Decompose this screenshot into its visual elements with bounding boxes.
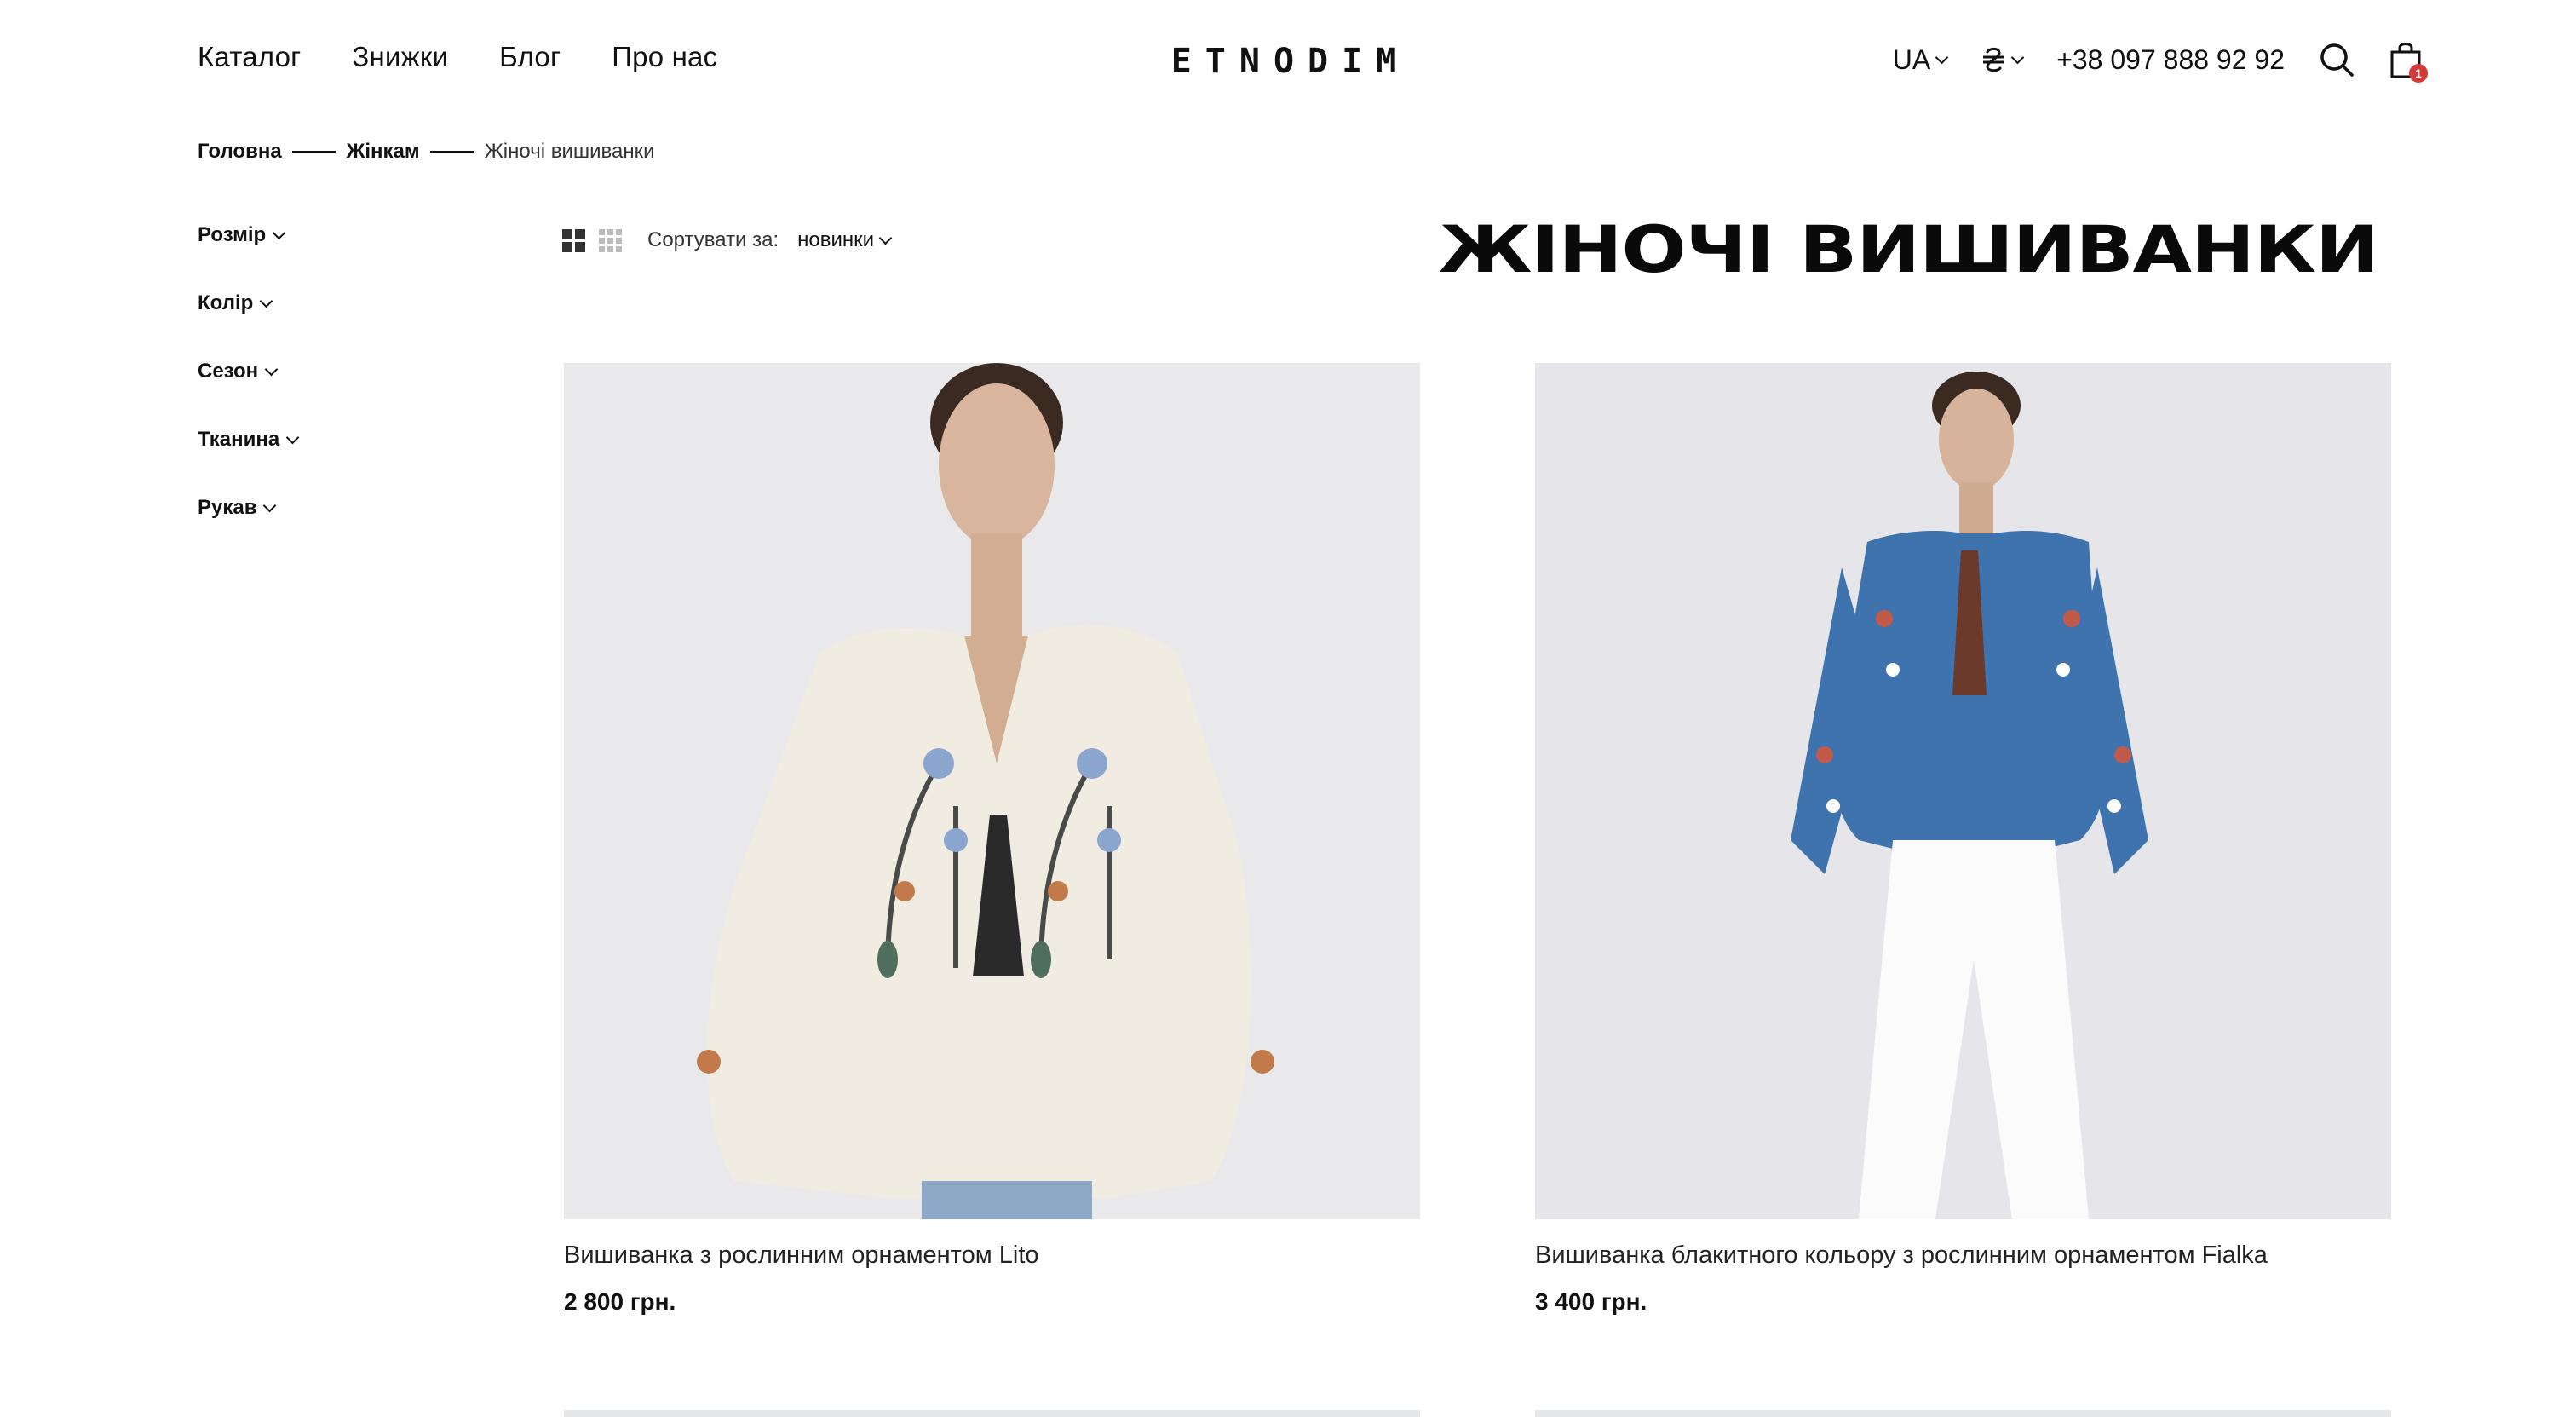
- language-selector[interactable]: UA: [1892, 43, 1949, 76]
- hryvnia-icon: [1983, 47, 2004, 72]
- chevron-down-icon: [272, 226, 286, 239]
- search-button[interactable]: [2319, 42, 2355, 78]
- model-in-blue-embroidered-blouse-image: [1535, 363, 2391, 1219]
- product-image[interactable]: [1535, 363, 2391, 1219]
- chevron-down-icon: [260, 294, 273, 308]
- breadcrumb-separator: [429, 151, 474, 153]
- filter-label: Рукав: [198, 496, 257, 519]
- currency-selector[interactable]: [1981, 44, 2025, 75]
- breadcrumb: Головна Жінкам Жіночі вишиванки: [198, 140, 655, 164]
- product-name[interactable]: Вишиванка з рослинним орнаментом Lito: [564, 1241, 1420, 1270]
- product-name[interactable]: Вишиванка блакитного кольору з рослинним…: [1535, 1241, 2391, 1270]
- chevron-down-icon: [264, 362, 279, 376]
- chevron-down-icon: [285, 430, 300, 444]
- site-header: Каталог Знижки Блог Про нас ETNODIM UA +…: [0, 0, 2576, 119]
- filter-fabric[interactable]: Тканина: [198, 428, 300, 452]
- product-card[interactable]: Вишиванка з рослинним орнаментом Lito 2 …: [564, 363, 1420, 1316]
- cart-button[interactable]: 1: [2389, 40, 2428, 83]
- nav-catalog-link[interactable]: Каталог: [198, 41, 301, 73]
- page-title: ЖІНОЧІ ВИШИВАНКИ: [1438, 211, 2379, 287]
- breadcrumb-current: Жіночі вишиванки: [484, 140, 655, 163]
- filter-color[interactable]: Колір: [198, 291, 297, 315]
- filter-season[interactable]: Сезон: [198, 360, 297, 383]
- chevron-down-icon: [878, 231, 893, 245]
- filter-sidebar: Розмір Колір Сезон Тканина Рукав: [198, 223, 300, 520]
- next-product-image-peek: [564, 1410, 1420, 1417]
- chevron-down-icon: [263, 498, 277, 512]
- logo-text: ETNODIM: [1170, 42, 1411, 81]
- sort-label: Сортувати за:: [647, 228, 779, 251]
- filter-label: Сезон: [198, 360, 259, 383]
- sort-dropdown[interactable]: новинки: [797, 228, 893, 252]
- product-price: 2 800 грн.: [564, 1288, 676, 1315]
- sort-value: новинки: [797, 228, 875, 251]
- breadcrumb-home-link[interactable]: Головна: [198, 140, 282, 164]
- filter-sleeve[interactable]: Рукав: [198, 496, 297, 520]
- product-card[interactable]: Вишиванка блакитного кольору з рослинним…: [1535, 363, 2391, 1316]
- nav-discounts-link[interactable]: Знижки: [352, 41, 448, 73]
- phone-link[interactable]: +38 097 888 92 92: [2056, 44, 2285, 76]
- chevron-down-icon: [2010, 50, 2025, 64]
- filter-label: Розмір: [198, 223, 267, 246]
- nav-blog-link[interactable]: Блог: [499, 41, 561, 73]
- small-grid-view-icon[interactable]: [599, 228, 622, 252]
- next-product-image-peek: [1535, 1410, 2391, 1417]
- cart-count-badge: 1: [2409, 64, 2428, 83]
- main-nav: Каталог Знижки Блог Про нас: [198, 41, 717, 73]
- language-value: UA: [1892, 43, 1931, 75]
- search-icon: [2320, 43, 2354, 77]
- filter-label: Колір: [198, 291, 254, 314]
- filter-label: Тканина: [198, 428, 280, 451]
- product-image[interactable]: [564, 363, 1420, 1219]
- chevron-down-icon: [1935, 50, 1949, 64]
- product-price: 3 400 грн.: [1535, 1288, 1647, 1315]
- breadcrumb-separator: [291, 151, 336, 153]
- nav-about-link[interactable]: Про нас: [612, 41, 717, 73]
- catalog-toolbar: Сортувати за: новинки: [562, 228, 893, 252]
- large-grid-view-icon[interactable]: [562, 228, 585, 252]
- header-actions: UA +38 097 888 92 92 1: [1892, 34, 2428, 85]
- breadcrumb-women-link[interactable]: Жінкам: [347, 140, 420, 164]
- model-in-embroidered-blouse-image: [564, 363, 1420, 1219]
- filter-size[interactable]: Розмір: [198, 223, 297, 247]
- site-logo[interactable]: ETNODIM: [1171, 39, 1406, 84]
